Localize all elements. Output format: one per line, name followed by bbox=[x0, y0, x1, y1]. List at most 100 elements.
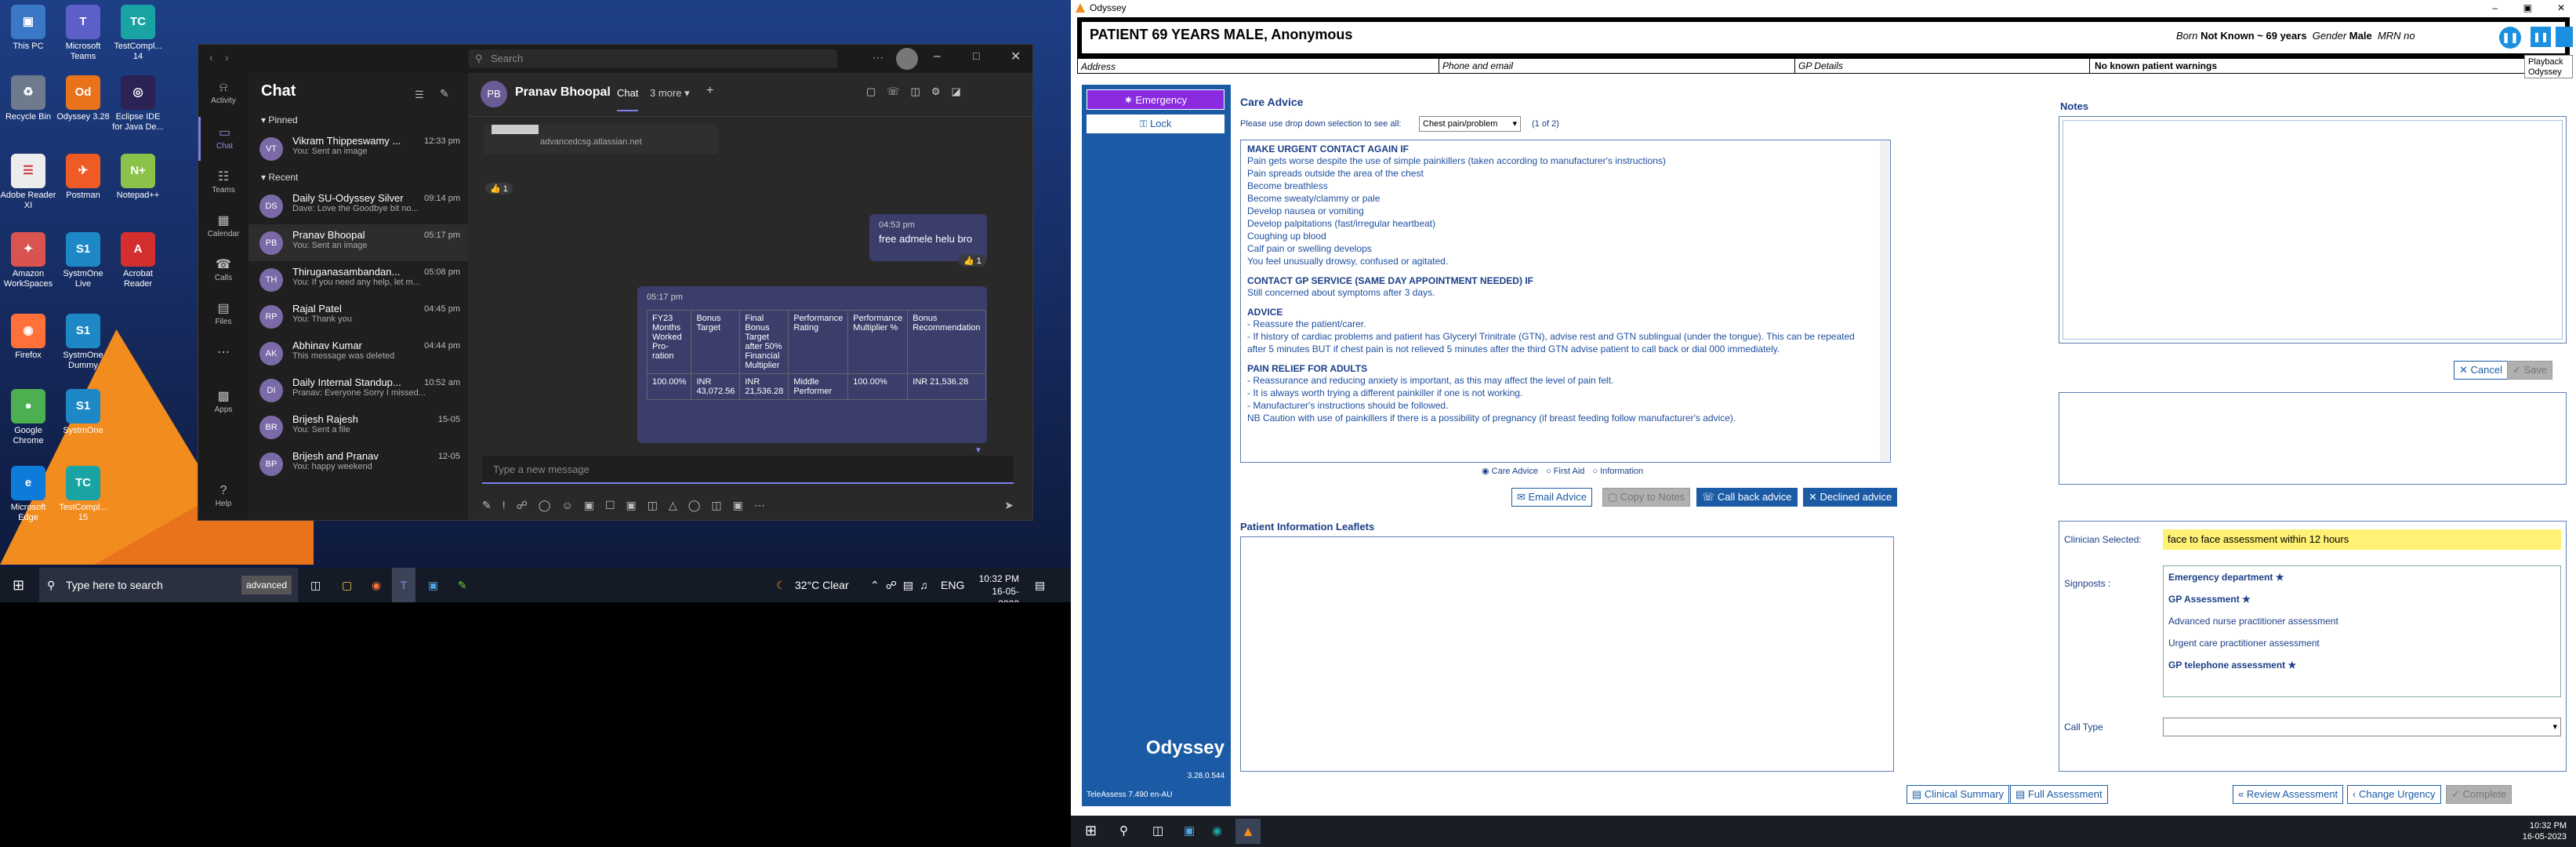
scrollbar[interactable] bbox=[1880, 141, 1889, 461]
app-taskbar-icon[interactable]: ▣ bbox=[428, 568, 438, 602]
leaflets-panel[interactable] bbox=[1240, 536, 1894, 772]
notes-textarea[interactable] bbox=[2059, 116, 2567, 344]
save-button[interactable]: ✓ Save bbox=[2507, 361, 2553, 380]
desktop-icon[interactable]: TC TestCompl... 15 bbox=[55, 466, 111, 522]
stop-icon[interactable] bbox=[2556, 27, 2573, 47]
task-view-icon[interactable]: ◫ bbox=[310, 568, 321, 602]
close-icon[interactable]: ✕ bbox=[2557, 0, 2565, 16]
recent-section-header[interactable]: ▾ Recent bbox=[249, 167, 468, 187]
address-field[interactable]: Address bbox=[1081, 61, 1116, 72]
chat-list-item[interactable]: VT Vikram Thippeswamy ... You: Sent an ima… bbox=[249, 130, 468, 167]
testcomplete-taskbar-icon[interactable]: ◉ bbox=[1212, 823, 1222, 838]
radio-care-advice[interactable]: ◉ Care Advice bbox=[1482, 467, 1538, 476]
clock[interactable]: 10:32 PM 16-05-2023 bbox=[2523, 820, 2567, 842]
chat-list-item[interactable]: TH Thiruganasambandan... You: If you need … bbox=[249, 261, 468, 298]
desktop-icon[interactable]: Od Odyssey 3.28 bbox=[55, 75, 111, 122]
system-tray-icons[interactable]: ⌃☍▤♫ bbox=[870, 568, 934, 602]
file-explorer-icon[interactable]: ▢ bbox=[342, 568, 352, 602]
desktop-icon[interactable]: ▣ This PC bbox=[0, 5, 56, 52]
reaction-badge[interactable]: 👍 1 bbox=[485, 183, 513, 194]
reaction-badge[interactable]: 👍 1 bbox=[959, 255, 986, 267]
clock[interactable]: 10:32 PM 16-05-2023 bbox=[972, 568, 1019, 602]
forward-icon[interactable]: › bbox=[225, 51, 229, 64]
signpost-item[interactable]: GP telephone assessment ★ bbox=[2164, 654, 2560, 676]
compose-toolbar[interactable]: ✎!☍◯☺▣☐▣◫△◯◫▣⋯ bbox=[482, 499, 776, 512]
maximize-icon[interactable]: □ bbox=[973, 49, 979, 62]
desktop-icon[interactable]: S1 SystmOne Live bbox=[55, 232, 111, 289]
chat-list-item[interactable]: RP Rajal Patel You: Thank you 04:45 pm bbox=[249, 298, 468, 335]
compose-input[interactable]: Type a new message bbox=[482, 456, 1014, 484]
taskbar-search-input[interactable]: ⚲ Type here to search advanced bbox=[39, 568, 298, 602]
playback-icon[interactable]: ❚❚ bbox=[2499, 27, 2521, 49]
notepad-taskbar-icon[interactable]: ✎ bbox=[458, 568, 467, 602]
emergency-button[interactable]: ✷ Emergency bbox=[1087, 89, 1225, 110]
firefox-taskbar-icon[interactable]: ◉ bbox=[372, 568, 381, 602]
declined-advice-button[interactable]: ✕ Declined advice bbox=[1803, 488, 1898, 507]
chat-list-item[interactable]: BP Brijesh and Pranav You: happy weekend 12… bbox=[249, 445, 468, 482]
copy-to-notes-button[interactable]: ▢ Copy to Notes bbox=[1602, 488, 1691, 507]
image-message[interactable]: 05:17 pm FY23 Months Worked Pro-ration Bo… bbox=[637, 286, 987, 443]
desktop-icon[interactable]: ♻ Recycle Bin bbox=[0, 75, 56, 122]
maximize-icon[interactable]: ▣ bbox=[2523, 0, 2532, 16]
desktop-icon[interactable]: N+ Notepad++ bbox=[110, 154, 166, 201]
rail-item-apps[interactable]: ▩ Apps bbox=[198, 380, 249, 424]
desktop-icon[interactable]: ✦ Amazon WorkSpaces bbox=[0, 232, 56, 289]
language-indicator[interactable]: ENG bbox=[941, 568, 964, 602]
full-assessment-button[interactable]: ▤ Full Assessment bbox=[2010, 785, 2108, 804]
search-icon[interactable]: ⚲ bbox=[1119, 823, 1128, 838]
radio-information[interactable]: ○ Information bbox=[1592, 467, 1643, 476]
phone-email-field[interactable]: Phone and email bbox=[1439, 59, 1513, 73]
rail-item-files[interactable]: ▤ Files bbox=[198, 293, 249, 336]
add-tab-icon[interactable]: + bbox=[706, 84, 713, 98]
desktop-icon[interactable]: TC TestCompl... 14 bbox=[110, 5, 166, 61]
chat-list-item[interactable]: PB Pranav Bhoopal You: Sent an image 05:17 … bbox=[249, 224, 468, 261]
avatar[interactable] bbox=[896, 48, 918, 70]
pinned-section-header[interactable]: ▾ Pinned bbox=[249, 110, 468, 130]
teams-taskbar-icon[interactable]: T bbox=[392, 568, 415, 602]
clinical-summary-button[interactable]: ▤ Clinical Summary bbox=[1907, 785, 2010, 804]
chat-list-item[interactable]: BR Brijesh Rajesh You: Sent a file 15-05 bbox=[249, 409, 468, 445]
teams-search-input[interactable]: ⚲ Search bbox=[469, 49, 837, 68]
start-icon[interactable]: ⊞ bbox=[13, 568, 24, 602]
new-chat-icon[interactable]: ✎ bbox=[440, 87, 449, 100]
care-advice-text[interactable]: MAKE URGENT CONTACT AGAIN IF Pain gets wo… bbox=[1240, 140, 1891, 463]
desktop-icon[interactable]: e Microsoft Edge bbox=[0, 466, 56, 522]
problem-dropdown[interactable]: Chest pain/problem ▾ bbox=[1419, 116, 1521, 132]
complete-button[interactable]: ✓ Complete bbox=[2446, 785, 2513, 804]
desktop-icon[interactable]: S1 SystmOne Dummy bbox=[55, 314, 111, 370]
signpost-item[interactable]: Advanced nurse practitioner assessment bbox=[2164, 610, 2560, 632]
desktop-icon[interactable]: T Microsoft Teams bbox=[55, 5, 111, 61]
desktop-icon[interactable]: A Acrobat Reader bbox=[110, 232, 166, 289]
call-controls[interactable]: ▢☏◫⚙◪ bbox=[866, 85, 972, 98]
rail-item-calendar[interactable]: ▦ Calendar bbox=[198, 205, 249, 249]
back-icon[interactable]: ‹ bbox=[209, 51, 213, 64]
notification-icon[interactable]: ▤ bbox=[1035, 568, 1045, 602]
send-icon[interactable]: ➤ bbox=[1004, 499, 1014, 512]
desktop-icon[interactable]: ☰ Adobe Reader XI bbox=[0, 154, 56, 210]
chat-list-item[interactable]: AK Abhinav Kumar This message was deleted 0… bbox=[249, 335, 468, 372]
close-icon[interactable]: ✕ bbox=[1010, 49, 1021, 64]
tab-chat[interactable]: Chat bbox=[617, 87, 639, 111]
pause-icon[interactable]: ❚❚ bbox=[2531, 27, 2551, 47]
lock-button[interactable]: ⚿ Lock bbox=[1087, 115, 1225, 133]
minimize-icon[interactable]: – bbox=[934, 49, 941, 64]
signpost-item[interactable]: Urgent care practitioner assessment bbox=[2164, 632, 2560, 654]
rail-help[interactable]: ? Help bbox=[198, 476, 249, 520]
call-back-advice-button[interactable]: ☏ Call back advice bbox=[1696, 488, 1798, 507]
call-type-dropdown[interactable]: ▾ bbox=[2163, 718, 2561, 736]
chat-list-item[interactable]: DS Daily SU-Odyssey Silver Dave: Love the … bbox=[249, 187, 468, 224]
desktop-icon[interactable]: ✈ Postman bbox=[55, 154, 111, 201]
desktop-icon[interactable]: ● Google Chrome bbox=[0, 389, 56, 445]
email-advice-button[interactable]: ✉ Email Advice bbox=[1511, 488, 1592, 507]
scroll-down-icon[interactable]: ▼ bbox=[974, 446, 982, 455]
gp-details-field[interactable]: GP Details bbox=[1794, 59, 1843, 73]
more-options-icon[interactable]: ⋯ bbox=[873, 51, 883, 64]
filter-icon[interactable]: ☰ bbox=[415, 89, 424, 101]
link-preview[interactable]: advancedcsg.atlassian.net bbox=[484, 125, 719, 154]
rail-item-teams[interactable]: ☷ Teams bbox=[198, 161, 249, 205]
radio-first-aid[interactable]: ○ First Aid bbox=[1546, 467, 1584, 476]
rail-item-activity[interactable]: ⍾ Activity bbox=[198, 73, 249, 117]
tab-more[interactable]: 3 more ▾ bbox=[650, 87, 690, 100]
review-assessment-button[interactable]: « Review Assessment bbox=[2233, 785, 2344, 804]
desktop-icon[interactable]: ◎ Eclipse IDE for Java De... bbox=[110, 75, 166, 132]
